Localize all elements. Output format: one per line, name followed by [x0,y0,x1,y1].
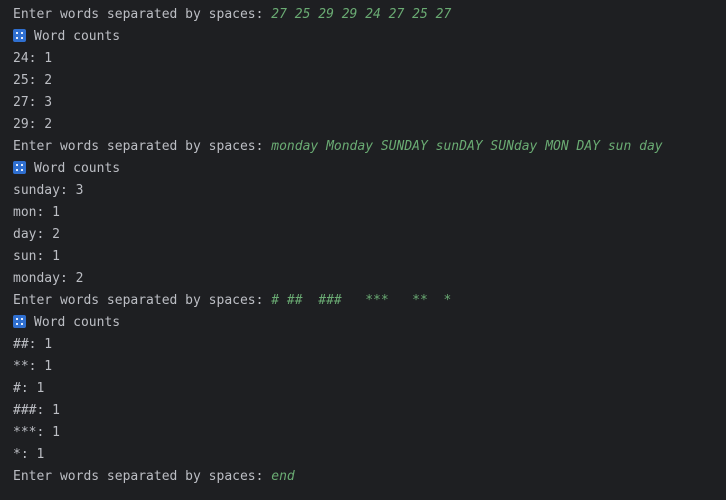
user-input: monday Monday SUNDAY sunDAY SUNday MON D… [271,139,663,154]
count-line: 29: 2 [13,117,53,132]
count-line: 25: 2 [13,73,53,88]
count-line: day: 2 [13,227,60,242]
console-output: Enter words separated by spaces: 27 25 2… [0,0,726,500]
count-line: ##: 1 [13,337,53,352]
count-line: mon: 1 [13,205,60,220]
prompt-line: Enter words separated by spaces: # ## ##… [13,290,726,312]
count-line: monday: 2 [13,271,84,286]
word-counts-heading: Word counts [13,26,726,48]
count-line: sun: 1 [13,249,60,264]
word-counts-heading: Word counts [13,312,726,334]
prompt-line: Enter words separated by spaces: end [13,466,726,488]
numbers-grid-icon [13,161,26,174]
count-line: ###: 1 [13,403,60,418]
numbers-grid-icon [13,29,26,42]
numbers-grid-icon [13,315,26,328]
heading-label: Word counts [34,161,121,176]
count-line: ***: 1 [13,425,60,440]
prompt-line: Enter words separated by spaces: monday … [13,136,726,158]
count-line: 24: 1 [13,51,53,66]
user-input: end [271,469,295,484]
word-counts-heading: Word counts [13,158,726,180]
user-input: 27 25 29 29 24 27 25 27 [271,7,452,22]
prompt-label: Enter words separated by spaces: [13,469,272,484]
count-line: **: 1 [13,359,53,374]
count-line: #: 1 [13,381,45,396]
prompt-label: Enter words separated by spaces: [13,139,272,154]
count-line: 27: 3 [13,95,53,110]
prompt-line: Enter words separated by spaces: 27 25 2… [13,4,726,26]
prompt-label: Enter words separated by spaces: [13,293,272,308]
prompt-label: Enter words separated by spaces: [13,7,272,22]
heading-label: Word counts [34,315,121,330]
user-input: # ## ### *** ** * [271,293,452,308]
count-line: sunday: 3 [13,183,84,198]
heading-label: Word counts [34,29,121,44]
count-line: *: 1 [13,447,45,462]
